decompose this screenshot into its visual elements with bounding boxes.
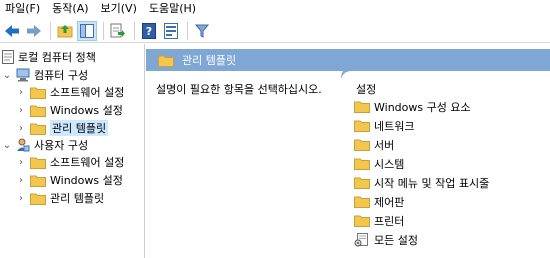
settings-list: Windows 구성 요소 네트워크 서버 시스템 시작 메뉴 및 작업 표시줄… [354,97,489,249]
chevron-right-icon[interactable]: › [16,87,26,98]
folder-icon [354,138,370,151]
details-header-title: 관리 템플릿 [182,54,237,67]
folder-icon [354,176,370,189]
policy-document-icon [2,50,14,64]
list-item-network[interactable]: 네트워크 [354,116,489,135]
tree-item-user-config[interactable]: ⌄ 사용자 구성 [2,136,88,154]
list-item-control-panel[interactable]: 제어판 [354,192,489,211]
chevron-right-icon[interactable]: › [16,105,26,116]
tree-item-computer-config[interactable]: ⌄ 컴퓨터 구성 [2,66,88,84]
folder-icon [30,122,46,135]
list-item-start-menu-taskbar[interactable]: 시작 메뉴 및 작업 표시줄 [354,173,489,192]
help-icon[interactable]: ? [139,21,159,41]
chevron-down-icon[interactable]: ⌄ [2,70,12,81]
folder-icon [354,195,370,208]
tree-label: Windows 설정 [50,174,123,187]
list-item-label: 시스템 [374,157,405,171]
list-item-label: 시작 메뉴 및 작업 표시줄 [374,176,490,190]
list-item-windows-components[interactable]: Windows 구성 요소 [354,97,489,116]
list-item-server[interactable]: 서버 [354,135,489,154]
tree-label: 관리 템플릿 [50,192,105,205]
chevron-down-icon[interactable]: ⌄ [2,140,12,151]
chevron-right-icon[interactable]: › [16,175,26,186]
list-item-all-settings[interactable]: 모든 설정 [354,230,489,249]
chevron-right-icon[interactable]: › [16,123,26,134]
back-arrow-icon[interactable] [2,21,22,41]
up-folder-icon[interactable] [55,21,75,41]
folder-icon [354,214,370,227]
folder-icon [30,86,46,99]
list-item-label: 네트워크 [374,119,415,133]
details-pane: 관리 템플릿 설명이 필요한 항목을 선택하십시오. 설정 Windows 구성… [146,44,550,258]
list-item-printers[interactable]: 프린터 [354,211,489,230]
menu-file[interactable]: 파일(F) [0,0,46,17]
list-item-system[interactable]: 시스템 [354,154,489,173]
chevron-right-icon[interactable]: › [16,157,26,168]
tree-root-local-policy[interactable]: 로컬 컴퓨터 정책 [2,48,96,66]
menu-bar: 파일(F) 동작(A) 보기(V) 도움말(H) [0,0,550,17]
tree-item-user-windows-settings[interactable]: › Windows 설정 [16,171,123,189]
folder-icon [30,192,46,205]
tree-label: Windows 설정 [50,104,123,117]
pane-divider-fill [341,71,550,81]
properties-icon[interactable] [161,21,181,41]
list-item-label: 모든 설정 [374,233,418,247]
tree-label: 소프트웨어 설정 [50,156,125,169]
toolbar-separator [134,21,135,40]
folder-icon [354,100,370,113]
tree-label: 관리 템플릿 [50,120,109,136]
tree-label: 사용자 구성 [34,139,89,152]
computer-icon [16,68,30,82]
folder-icon [30,104,46,117]
tree-label: 소프트웨어 설정 [50,86,125,99]
description-text: 설명이 필요한 항목을 선택하십시오. [156,83,322,96]
show-hide-tree-icon[interactable] [77,20,97,41]
list-item-label: 제어판 [374,195,405,209]
navigation-tree: 로컬 컴퓨터 정책 ⌄ 컴퓨터 구성 › 소프트웨어 설정 › Windows … [0,44,145,258]
settings-column-header[interactable]: 설정 [356,81,376,97]
toolbar-separator [103,21,104,40]
folder-icon [354,119,370,132]
list-item-label: 프린터 [374,214,405,228]
tree-item-computer-admin-templates[interactable]: › 관리 템플릿 [16,119,109,137]
export-list-icon[interactable] [108,21,128,41]
filter-icon[interactable] [192,21,212,41]
settings-page-icon [354,232,370,247]
tree-label: 로컬 컴퓨터 정책 [18,51,96,64]
forward-arrow-icon[interactable] [24,21,44,41]
tree-item-user-admin-templates[interactable]: › 관리 템플릿 [16,189,104,207]
tree-label: 컴퓨터 구성 [34,69,89,82]
user-icon [16,138,30,152]
toolbar-separator [50,21,51,40]
folder-icon [158,54,174,67]
folder-icon [354,157,370,170]
toolbar: ? [0,19,550,43]
svg-text:?: ? [146,25,152,38]
tree-item-computer-software-settings[interactable]: › 소프트웨어 설정 [16,83,124,101]
tree-item-computer-windows-settings[interactable]: › Windows 설정 [16,101,123,119]
menu-view[interactable]: 보기(V) [95,0,143,17]
folder-icon [30,174,46,187]
tree-item-user-software-settings[interactable]: › 소프트웨어 설정 [16,153,124,171]
menu-action[interactable]: 동작(A) [46,0,94,17]
list-item-label: 서버 [374,138,395,152]
chevron-right-icon[interactable]: › [16,193,26,204]
menu-help[interactable]: 도움말(H) [143,0,202,17]
list-item-label: Windows 구성 요소 [374,100,471,114]
folder-icon [30,156,46,169]
toolbar-separator [187,21,188,40]
